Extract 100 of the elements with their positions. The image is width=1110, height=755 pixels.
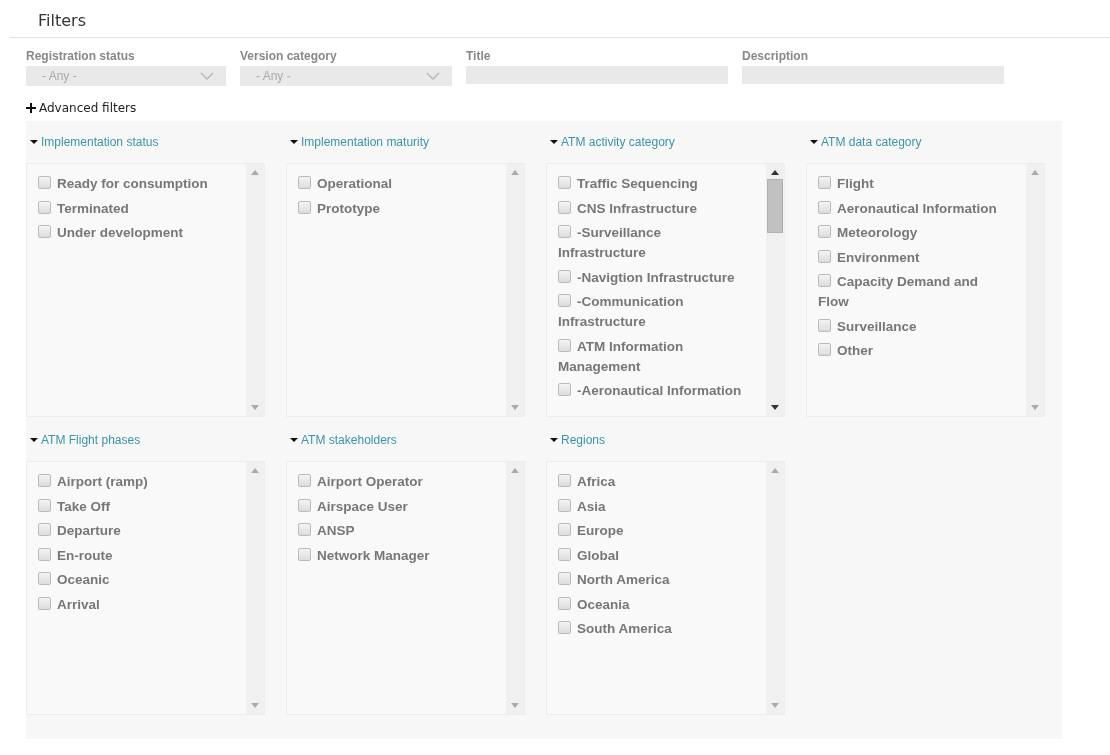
checkbox-option[interactable]: -Navigtion Infrastructure [558,267,752,288]
checkbox[interactable] [298,523,311,536]
checkbox[interactable] [818,249,831,263]
checkbox-option[interactable]: Meteorology [818,223,1012,243]
checkbox-option[interactable]: En-route [38,545,232,566]
checkbox[interactable] [298,547,311,561]
checkbox[interactable] [818,176,831,189]
checkbox-option[interactable]: South America [558,619,752,639]
checkbox[interactable] [558,523,571,536]
checkbox-option[interactable]: Asia [558,496,752,517]
scrollbar[interactable] [766,462,784,714]
checkbox[interactable] [38,547,51,561]
checkbox[interactable] [558,269,571,283]
checkbox-option[interactable]: Surveillance [818,316,1012,337]
advanced-filters-link[interactable]: Advanced filters [26,101,137,115]
checkbox[interactable] [558,474,571,487]
checkbox-option[interactable]: Airport Operator [298,472,492,492]
checkbox-option[interactable]: CNS Infrastructure [558,198,752,219]
checkbox[interactable] [558,200,571,214]
checkbox[interactable] [38,474,51,487]
checkbox-option[interactable]: Environment [818,247,1012,268]
scroll-up-icon [511,468,519,473]
checkbox[interactable] [38,200,51,214]
checkbox-option[interactable]: ATM Information Management [558,336,752,377]
checkbox-option[interactable]: North America [558,570,752,590]
page-title: Filters [37,10,87,32]
checkbox-option[interactable]: -Aeronautical Information [558,381,752,401]
checkbox[interactable] [38,225,51,238]
checkbox-option[interactable]: Capacity Demand and Flow [818,272,1012,312]
caret-down-icon [550,436,558,444]
checkbox[interactable] [818,274,831,287]
checkbox[interactable] [38,596,51,610]
checkbox-option[interactable]: Take Off [38,496,232,517]
checkbox[interactable] [38,523,51,536]
checkbox[interactable] [558,338,571,352]
checkbox-option[interactable]: Ready for consumption [38,174,232,194]
scrollbar[interactable] [506,164,524,416]
checkbox-option[interactable]: Oceania [558,594,752,615]
checkbox-option[interactable]: Prototype [298,198,492,219]
checkbox-option[interactable]: Oceanic [38,570,232,590]
checkbox[interactable] [558,225,571,238]
scrollbar[interactable] [1026,164,1044,416]
caret-down-icon [30,436,38,444]
checkbox-option[interactable]: Airport (ramp) [38,472,232,492]
group-toggle[interactable]: ATM data category [810,135,922,149]
checkbox-option[interactable]: Network Manager [298,545,492,566]
checkbox-option[interactable]: ANSP [298,521,492,541]
scrollbar[interactable] [246,462,264,714]
scroll-up-icon [771,468,779,473]
checkbox[interactable] [558,596,571,610]
checkbox-option[interactable]: Flight [818,174,1012,194]
checkbox[interactable] [818,225,831,238]
checkbox[interactable] [818,343,831,356]
checkbox-option[interactable]: Traffic Sequencing [558,174,752,194]
checkbox-option[interactable]: Operational [298,174,492,194]
field-label: Title [466,49,491,65]
checkbox-option[interactable]: Departure [38,521,232,541]
checkbox[interactable] [818,200,831,214]
checkbox-option[interactable]: Other [818,341,1012,361]
group-toggle[interactable]: Implementation maturity [290,135,430,149]
checkbox[interactable] [558,498,571,512]
checkbox-option[interactable]: Global [558,545,752,566]
checkbox-option[interactable]: Aeronautical Information [818,198,1012,219]
group-toggle[interactable]: Regions [550,433,606,447]
checkbox-option[interactable]: -Communication Infrastructure [558,292,752,332]
group-toggle[interactable]: ATM activity category [550,135,675,149]
checkbox[interactable] [558,572,571,585]
checkbox[interactable] [558,383,571,396]
group-toggle[interactable]: Implementation status [30,135,159,149]
checkbox-option[interactable]: Arrival [38,594,232,615]
checkbox-option[interactable]: Terminated [38,198,232,219]
checkbox[interactable] [818,318,831,332]
checkbox[interactable] [298,200,311,214]
group-toggle[interactable]: ATM Flight phases [30,433,141,447]
chevron-down-icon [426,72,440,80]
checkbox-option[interactable]: Under development [38,223,232,243]
checkbox[interactable] [558,547,571,561]
checkbox[interactable] [38,572,51,585]
plus-icon [26,103,36,113]
checkbox-option[interactable]: Europe [558,521,752,541]
scroll-up-icon [771,170,779,175]
scroll-thumb[interactable] [767,179,783,233]
field-label: Version category [240,49,337,65]
checkbox[interactable] [38,176,51,189]
field-label: Registration status [26,49,135,65]
checkbox-option[interactable]: Africa [558,472,752,492]
checkbox[interactable] [298,474,311,487]
checkbox[interactable] [298,498,311,512]
checkbox[interactable] [38,498,51,512]
scrollbar[interactable] [506,462,524,714]
group-toggle[interactable]: ATM stakeholders [290,433,397,447]
checkbox[interactable] [298,176,311,189]
checkbox[interactable] [558,176,571,189]
caret-down-icon [550,138,558,146]
scrollbar[interactable] [766,164,784,416]
scrollbar[interactable] [246,164,264,416]
checkbox[interactable] [558,621,571,634]
checkbox-option[interactable]: Airspace User [298,496,492,517]
checkbox-option[interactable]: -Surveillance Infrastructure [558,223,752,263]
checkbox[interactable] [558,294,571,307]
